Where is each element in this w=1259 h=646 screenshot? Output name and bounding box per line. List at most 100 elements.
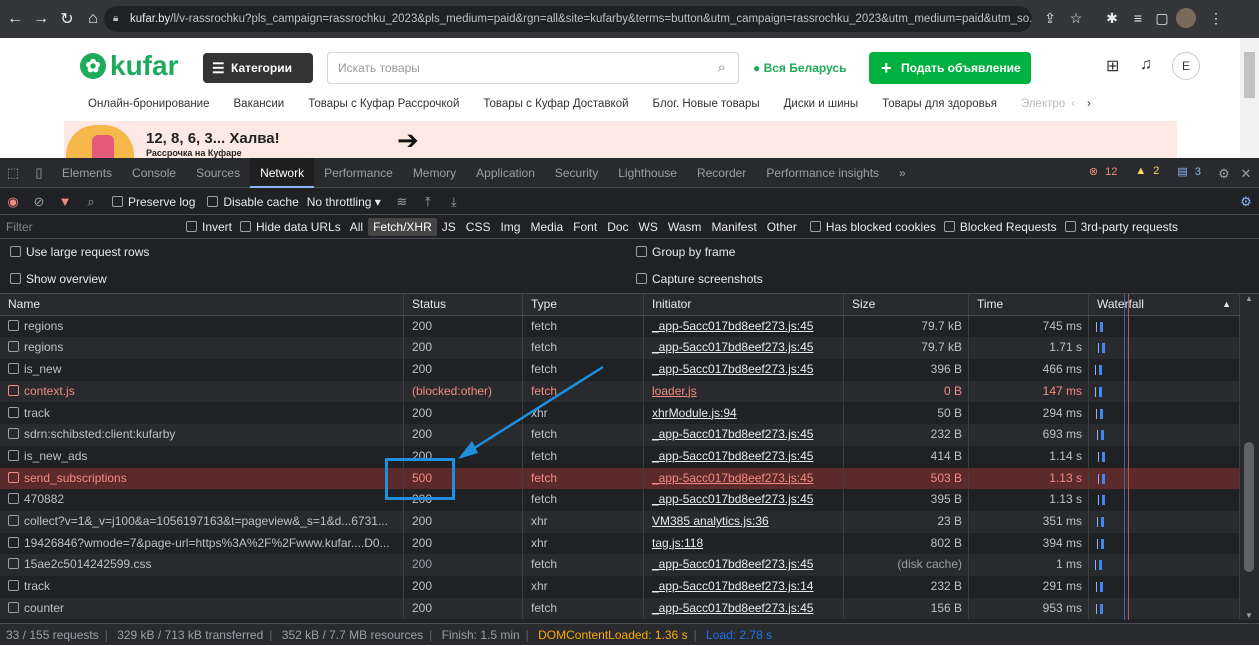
scroll-up-icon[interactable]: ▲: [1245, 294, 1253, 303]
preserve-log-checkbox[interactable]: Preserve log: [112, 195, 195, 209]
table-row[interactable]: track 200 xhr _app-5acc017bd8eef273.js:14 23…: [0, 576, 1240, 598]
column-header-status[interactable]: Status: [404, 294, 523, 315]
inspect-element-icon[interactable]: ⬚: [0, 165, 26, 181]
share-icon[interactable]: ⇪: [1040, 8, 1060, 28]
show-overview-checkbox[interactable]: Show overview: [10, 272, 107, 286]
filter-type-doc[interactable]: Doc: [602, 218, 633, 236]
table-scrollbar-thumb[interactable]: [1244, 442, 1254, 572]
page-scrollbar-thumb[interactable]: [1244, 52, 1255, 98]
filter-type-media[interactable]: Media: [525, 218, 568, 236]
categories-button[interactable]: ☰ Категории: [203, 53, 313, 83]
invert-checkbox[interactable]: Invert: [186, 220, 232, 234]
import-har-icon[interactable]: ⤒: [415, 194, 441, 210]
user-avatar[interactable]: E: [1172, 52, 1200, 80]
scroll-down-icon[interactable]: ▼: [1245, 611, 1253, 620]
throttling-select[interactable]: No throttling ▾: [307, 195, 381, 209]
close-devtools-icon[interactable]: ✕: [1233, 166, 1259, 182]
tab-recorder[interactable]: Recorder: [687, 158, 756, 188]
filter-type-ws[interactable]: WS: [634, 218, 663, 236]
record-icon[interactable]: ◉: [0, 194, 26, 210]
search-icon[interactable]: ⌕: [718, 53, 726, 83]
side-panel-icon[interactable]: ▢: [1152, 8, 1172, 28]
region-selector[interactable]: ● Вся Беларусь: [753, 52, 846, 84]
table-row[interactable]: sdrn:schibsted:client:kufarby 200 fetch _ap…: [0, 424, 1240, 446]
initiator-link[interactable]: _app-5acc017bd8eef273.js:45: [652, 601, 813, 615]
tab-performance[interactable]: Performance: [314, 158, 403, 188]
column-header-initiator[interactable]: Initiator: [644, 294, 844, 315]
request-initiator[interactable]: _app-5acc017bd8eef273.js:45: [644, 315, 844, 338]
filter-type-font[interactable]: Font: [568, 218, 602, 236]
filter-type-wasm[interactable]: Wasm: [663, 218, 707, 236]
home-icon[interactable]: ⌂: [82, 10, 104, 28]
tab-application[interactable]: Application: [466, 158, 545, 188]
request-initiator[interactable]: _app-5acc017bd8eef273.js:45: [644, 554, 844, 577]
reload-icon[interactable]: ↻: [56, 9, 78, 29]
column-header-size[interactable]: Size: [844, 294, 969, 315]
post-ad-button[interactable]: + Подать объявление: [869, 52, 1031, 84]
forward-icon[interactable]: →: [30, 10, 52, 28]
column-header-waterfall[interactable]: Waterfall ▲: [1089, 294, 1240, 315]
nav-item[interactable]: Вакансии: [234, 98, 285, 110]
request-initiator[interactable]: _app-5acc017bd8eef273.js:45: [644, 337, 844, 360]
request-initiator[interactable]: _app-5acc017bd8eef273.js:45: [644, 467, 844, 490]
table-row[interactable]: track 200 xhr xhrModule.js:94 50 B 294 ms: [0, 402, 1240, 425]
request-initiator[interactable]: xhrModule.js:94: [644, 402, 844, 425]
large-rows-checkbox[interactable]: Use large request rows: [10, 245, 149, 259]
warning-count-badge[interactable]: ▲ 2: [1131, 164, 1167, 179]
reading-list-icon[interactable]: ≡: [1128, 8, 1148, 28]
tab-elements[interactable]: Elements: [52, 158, 122, 188]
column-header-name[interactable]: Name: [0, 294, 404, 315]
request-initiator[interactable]: _app-5acc017bd8eef273.js:45: [644, 424, 844, 446]
network-conditions-icon[interactable]: ≋: [389, 194, 415, 210]
issue-badges[interactable]: ⊗ 12 ▲ 2 ▤ 3: [1085, 164, 1209, 179]
tab-memory[interactable]: Memory: [403, 158, 466, 188]
request-initiator[interactable]: _app-5acc017bd8eef273.js:45: [644, 597, 844, 620]
table-row[interactable]: regions 200 fetch _app-5acc017bd8eef273.js:…: [0, 315, 1240, 338]
initiator-link[interactable]: tag.js:118: [652, 536, 703, 550]
third-party-checkbox[interactable]: 3rd-party requests: [1064, 220, 1178, 234]
nav-next-icon[interactable]: ›: [1087, 98, 1091, 110]
table-row[interactable]: 470882 200 fetch _app-5acc017bd8eef273.js:4…: [0, 489, 1240, 511]
initiator-link[interactable]: VM385 analytics.js:36: [652, 514, 769, 528]
export-har-icon[interactable]: ⤓: [441, 194, 467, 210]
request-initiator[interactable]: loader.js: [644, 380, 844, 403]
column-header-type[interactable]: Type: [523, 294, 644, 315]
back-icon[interactable]: ←: [4, 10, 26, 28]
chrome-menu-icon[interactable]: ⋮: [1206, 8, 1226, 28]
nav-item[interactable]: Электро: [1021, 98, 1065, 110]
profile-avatar-icon[interactable]: [1176, 8, 1196, 28]
initiator-link[interactable]: _app-5acc017bd8eef273.js:45: [652, 492, 813, 506]
column-header-time[interactable]: Time: [969, 294, 1089, 315]
search-input[interactable]: Искать товары ⌕: [327, 52, 739, 84]
info-count-badge[interactable]: ▤ 3: [1173, 164, 1209, 179]
nav-prev-icon[interactable]: ‹: [1071, 98, 1075, 110]
promo-banner[interactable]: 12, 8, 6, 3... Халва! Рассрочка на Куфар…: [64, 121, 1177, 158]
capture-screenshots-checkbox[interactable]: Capture screenshots: [636, 272, 763, 286]
tab-sources[interactable]: Sources: [186, 158, 250, 188]
table-row[interactable]: is_new_ads 200 fetch _app-5acc017bd8eef273.…: [0, 445, 1240, 468]
tab-lighthouse[interactable]: Lighthouse: [608, 158, 687, 188]
nav-item[interactable]: Товары для здоровья: [882, 98, 997, 110]
filter-icon[interactable]: ▼: [52, 194, 78, 209]
request-initiator[interactable]: _app-5acc017bd8eef273.js:45: [644, 445, 844, 468]
nav-item[interactable]: Блог. Новые товары: [653, 98, 760, 110]
table-row[interactable]: counter 200 fetch _app-5acc017bd8eef273.js:…: [0, 597, 1240, 620]
tab-performance-insights[interactable]: Performance insights: [756, 158, 889, 188]
table-row[interactable]: regions 200 fetch _app-5acc017bd8eef273.js:…: [0, 337, 1240, 360]
initiator-link[interactable]: _app-5acc017bd8eef273.js:45: [652, 471, 813, 485]
address-bar[interactable]: 🔒︎ kufar.by/l/v-rassrochku?pls_campaign=…: [104, 6, 1032, 32]
clear-icon[interactable]: ⊘: [26, 194, 52, 210]
request-initiator[interactable]: VM385 analytics.js:36: [644, 511, 844, 533]
more-tabs-icon[interactable]: »: [889, 158, 916, 188]
filter-type-js[interactable]: JS: [437, 218, 461, 236]
page-scrollbar[interactable]: [1240, 38, 1259, 158]
table-row[interactable]: send_subscriptions 500 fetch _app-5acc017bd…: [0, 467, 1240, 490]
bookmark-star-icon[interactable]: ☆: [1066, 8, 1086, 28]
tab-console[interactable]: Console: [122, 158, 186, 188]
nav-item[interactable]: Товары с Куфар Доставкой: [483, 98, 628, 110]
hide-data-urls-checkbox[interactable]: Hide data URLs: [240, 220, 341, 234]
filter-type-manifest[interactable]: Manifest: [706, 218, 761, 236]
search-icon[interactable]: ⌕: [78, 194, 104, 210]
error-count-badge[interactable]: ⊗ 12: [1085, 164, 1126, 179]
group-by-frame-checkbox[interactable]: Group by frame: [636, 245, 735, 259]
